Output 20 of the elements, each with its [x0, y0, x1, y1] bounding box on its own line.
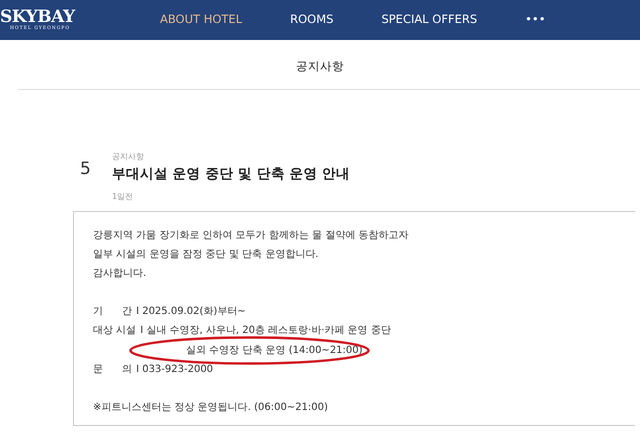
nav-link[interactable]: ROOMS — [290, 11, 334, 29]
field-label: 기 간 — [93, 305, 132, 320]
field-value: I 2025.09.02(화)부터~ — [136, 305, 246, 320]
notice-category: 공지사항 — [112, 151, 145, 164]
notice-text: ※피트니스센터는 정상 운영됩니다. (06:00~21:00) — [93, 401, 328, 416]
nav-link[interactable]: SPECIAL OFFERS — [381, 11, 478, 29]
page-subtitle: 공지사항 — [295, 58, 345, 75]
notice-date: 1일전 — [112, 190, 134, 202]
notice-title: 부대시설 운영 중단 및 단축 운영 안내 — [112, 165, 350, 184]
nav-link[interactable]: ABOUT HOTEL — [160, 11, 242, 29]
field-label: 문 의 — [93, 362, 132, 377]
notice-text: 감사합니다. — [93, 266, 146, 281]
notice-text: 실외 수영장 단축 운영 (14:00~21:00) — [186, 344, 363, 358]
field-value: I 033-923-2000 — [136, 362, 214, 377]
notice-text: 일부 시설의 운영을 잠정 중단 및 단축 운영합니다. — [93, 248, 318, 262]
nav-link[interactable]: ••• — [525, 11, 546, 29]
notice-number: 5 — [80, 158, 92, 182]
notice-text: 강릉지역 가뭄 장기화로 인하여 모두가 함께하는 물 절약에 동참하고자 — [93, 228, 408, 242]
field-label: 대상 시설 — [93, 324, 136, 338]
field-value: I 실내 수영장, 사우나, 20층 레스토랑·바·카페 운영 중단 — [140, 324, 391, 338]
